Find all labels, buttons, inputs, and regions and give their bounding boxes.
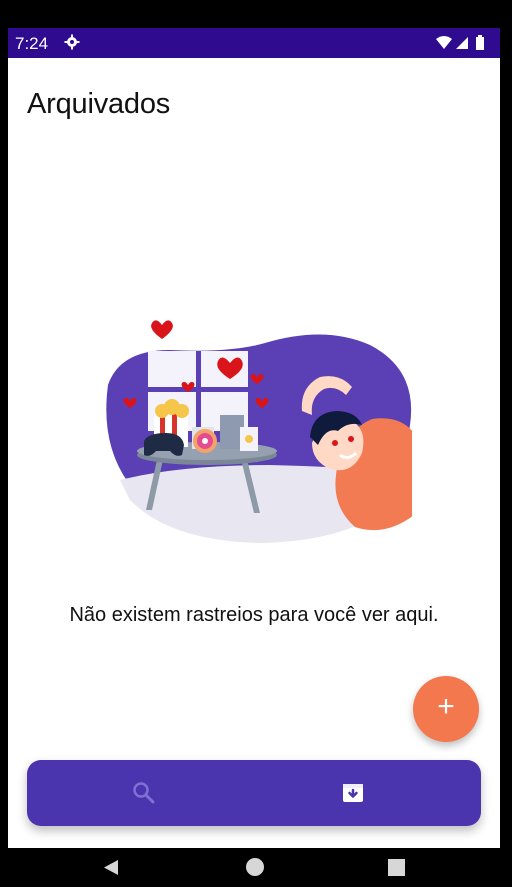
empty-state-illustration [100,315,414,553]
wifi-icon [436,36,452,49]
system-navigation-bar [8,848,500,887]
plus-icon: + [437,690,455,723]
recents-icon[interactable] [388,859,405,876]
battery-icon [476,35,484,50]
settings-gear-icon [64,34,80,55]
status-bar: 7:24 [8,28,500,58]
status-time: 7:24 [15,34,49,53]
status-icons [434,35,492,56]
bottom-navigation-bar [27,760,481,826]
search-icon[interactable] [131,780,157,806]
home-icon[interactable] [246,858,264,876]
empty-state-message: Não existem rastreios para você ver aqui… [69,604,439,626]
signal-icon [456,37,468,49]
back-icon[interactable] [103,859,119,881]
app-content: Arquivados Não existem rastreios para vo… [8,58,500,848]
phone-screen: 7:24 Arquivados Não existem rastreios pa… [8,0,500,887]
archive-icon[interactable] [341,781,365,805]
page-title: Arquivados [27,88,171,120]
add-button[interactable]: + [413,676,479,742]
